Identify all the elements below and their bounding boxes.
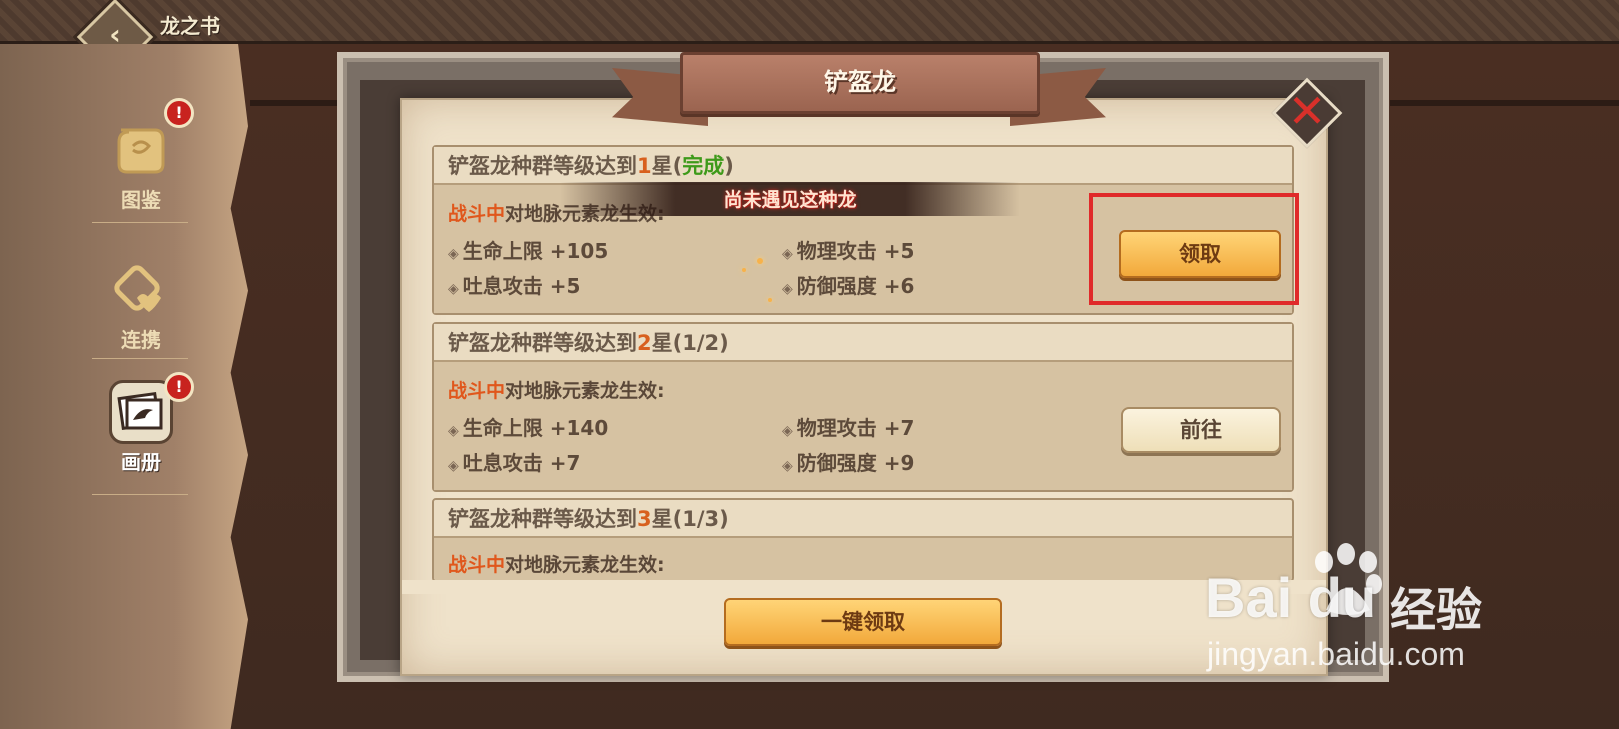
claim-all-button[interactable]: 一键领取 [724, 598, 1002, 646]
notification-badge: ! [164, 372, 194, 402]
stat-hp: ◈ 生命上限 +105 [448, 239, 609, 263]
close-icon[interactable]: ✕ [1282, 86, 1332, 136]
task-title: 铲盔龙种群等级达到3星(1/3) [434, 500, 1292, 538]
task-title: 铲盔龙种群等级达到2星(1/2) [434, 324, 1292, 362]
dialog-title: 铲盔龙 [824, 68, 896, 96]
link-heart-icon [109, 258, 173, 322]
diamond-bullet-icon: ◈ [782, 281, 793, 297]
diamond-bullet-icon: ◈ [448, 281, 459, 297]
effect-description: 战斗中对地脉元素龙生效: [448, 380, 665, 402]
sparkle [742, 268, 746, 272]
diamond-bullet-icon: ◈ [448, 246, 459, 262]
notification-badge: ! [164, 98, 194, 128]
scroll-icon [109, 118, 173, 182]
divider [92, 494, 188, 495]
stat-defense: ◈ 防御强度 +9 [782, 451, 915, 475]
diamond-bullet-icon: ◈ [782, 458, 793, 474]
diamond-bullet-icon: ◈ [782, 423, 793, 439]
task-body: 战斗中对地脉元素龙生效: [434, 538, 1292, 580]
divider [92, 222, 188, 223]
sidebar-item-label: 图鉴 [121, 188, 161, 212]
effect-description: 战斗中对地脉元素龙生效: [448, 554, 665, 576]
sparkle [768, 298, 772, 302]
watermark-brand: Bai du [1205, 566, 1377, 629]
watermark-cn: 经验 [1390, 583, 1482, 637]
page-title: 龙之书 [160, 14, 220, 38]
divider [92, 358, 188, 359]
stat-defense: ◈ 防御强度 +6 [782, 274, 915, 298]
stat-breath-attack: ◈ 吐息攻击 +7 [448, 451, 581, 475]
sidebar-item-label: 画册 [121, 450, 161, 474]
diamond-bullet-icon: ◈ [782, 246, 793, 262]
stat-hp: ◈ 生命上限 +140 [448, 416, 609, 440]
toast-message: 尚未遇见这种龙 [723, 189, 857, 211]
top-bar [0, 0, 1619, 44]
task-title: 铲盔龙种群等级达到1星(完成) [434, 147, 1292, 185]
diamond-bullet-icon: ◈ [448, 423, 459, 439]
stat-physical-attack: ◈ 物理攻击 +7 [782, 416, 915, 440]
sidebar-item-catalog[interactable]: 图鉴 [95, 118, 187, 213]
highlight-annotation-box [1089, 193, 1299, 305]
task-card-3: 铲盔龙种群等级达到3星(1/3) 战斗中对地脉元素龙生效: [432, 498, 1294, 582]
watermark-url: jingyan.baidu.com [1207, 636, 1465, 672]
sparkle [757, 258, 763, 264]
wall-plank [1390, 100, 1619, 106]
wall-plank [250, 100, 340, 106]
sidebar-item-label: 连携 [121, 328, 161, 352]
diamond-bullet-icon: ◈ [448, 458, 459, 474]
list-clip [402, 580, 1326, 594]
stat-physical-attack: ◈ 物理攻击 +5 [782, 239, 915, 263]
stat-breath-attack: ◈ 吐息攻击 +5 [448, 274, 581, 298]
sidebar-item-link[interactable]: 连携 [95, 258, 187, 353]
go-button[interactable]: 前往 [1121, 407, 1281, 453]
